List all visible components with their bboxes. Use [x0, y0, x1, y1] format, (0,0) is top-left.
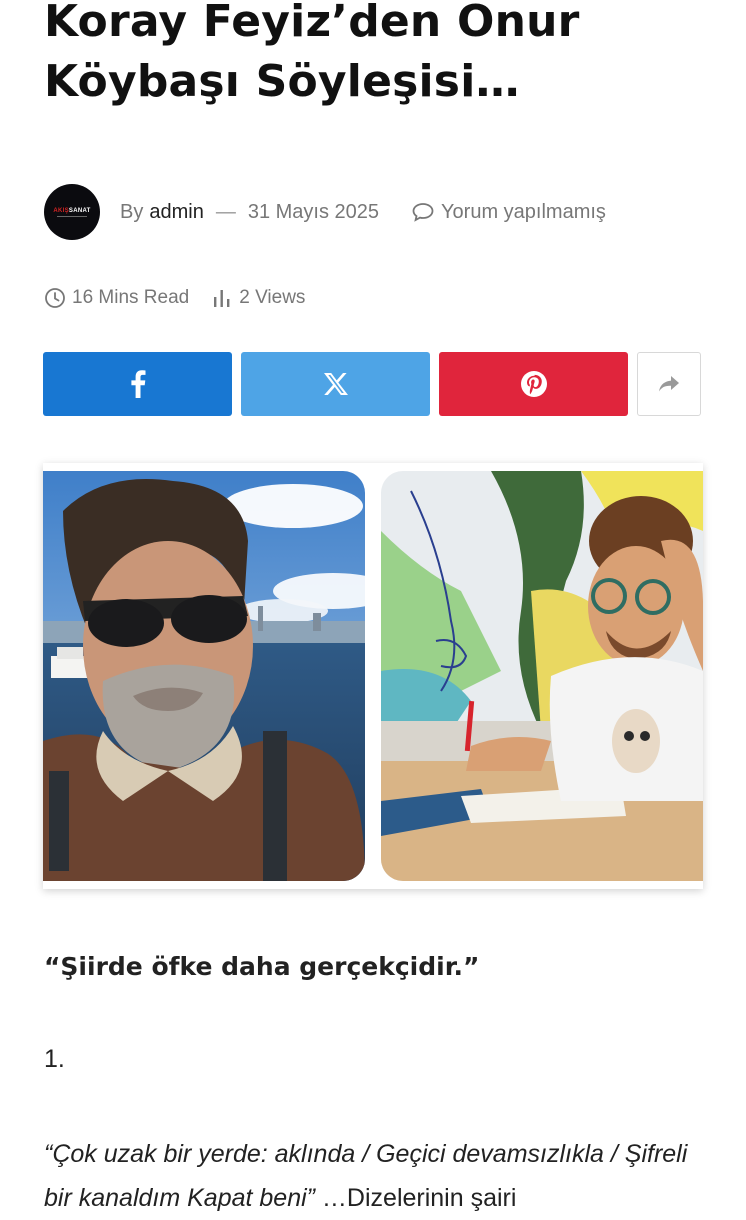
pinterest-icon [520, 371, 547, 397]
photo-onur-koybasi [381, 471, 703, 881]
featured-image [43, 463, 703, 889]
by-label: By [120, 200, 144, 223]
share-arrow-icon [659, 376, 679, 392]
share-more-button[interactable] [637, 352, 701, 416]
photo-onur-koybasi-art [381, 471, 703, 881]
photo-koray-feyiz [43, 471, 365, 881]
photo-koray-feyiz-art [43, 471, 365, 881]
article-paragraph: “Çok uzak bir yerde: aklında / Geçici de… [44, 1132, 704, 1220]
facebook-icon [130, 370, 145, 398]
clock-icon [45, 288, 65, 308]
byline-separator: — [215, 200, 236, 223]
read-time: 16 Mins Read [44, 287, 189, 309]
author-link[interactable]: admin [149, 201, 203, 224]
avatar-logo-line [57, 215, 87, 217]
article-meta: AKIŞSANAT By admin — 31 Mayıs 2025 Yorum… [44, 184, 704, 240]
share-buttons [43, 352, 703, 416]
pull-quote: “Şiirde öfke daha gerçekçidir.” [44, 952, 480, 981]
avatar-logo: AKIŞSANAT [53, 207, 91, 214]
read-time-label: 16 Mins Read [72, 287, 190, 308]
author-avatar[interactable]: AKIŞSANAT [44, 184, 100, 240]
article-stats: 16 Mins Read 2 Views [44, 284, 305, 312]
byline: By admin — 31 Mayıs 2025 [120, 201, 379, 224]
comments-link[interactable]: Yorum yapılmamış [411, 201, 606, 224]
bar-chart-icon [214, 290, 230, 307]
comment-icon [412, 203, 434, 222]
views-label: 2 Views [239, 287, 306, 308]
section-number: 1. [44, 1045, 65, 1073]
share-pinterest-button[interactable] [439, 352, 628, 416]
x-logo-icon [323, 373, 348, 395]
share-facebook-button[interactable] [43, 352, 232, 416]
comments-label: Yorum yapılmamış [441, 200, 606, 223]
publish-date: 31 Mayıs 2025 [247, 200, 380, 223]
share-x-button[interactable] [241, 352, 430, 416]
view-count: 2 Views [211, 287, 305, 309]
article-title: Koray Feyiz’den Onur Köybaşı Söyleşisi… [44, 0, 580, 107]
paragraph-text: …Dizelerinin şairi [314, 1184, 517, 1212]
